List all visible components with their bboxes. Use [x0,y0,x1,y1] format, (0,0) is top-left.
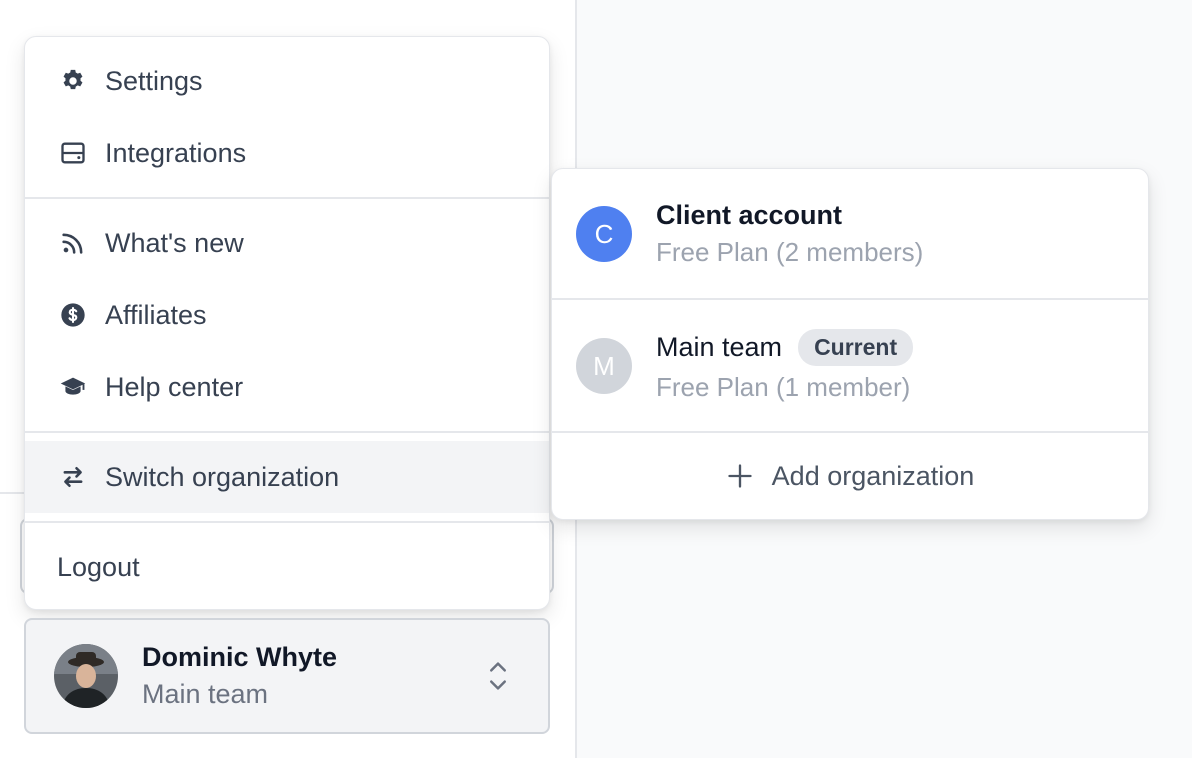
current-badge: Current [798,329,914,366]
org-avatar-initial: C [594,218,614,249]
user-account-button[interactable]: Dominic Whyte Main team [24,618,550,734]
submenu-separator [552,298,1148,300]
menu-item-settings[interactable]: Settings [25,45,549,117]
sidebar-divider [0,492,24,494]
user-text: Dominic Whyte Main team [142,642,337,710]
switch-arrows-icon [59,463,87,491]
menu-item-label: Help center [105,371,244,402]
org-avatar-initial: M [593,350,615,381]
avatar [54,644,118,708]
chevron-up-down-icon [490,662,506,690]
menu-item-integrations[interactable]: Integrations [25,117,549,189]
menu-item-help-center[interactable]: Help center [25,351,549,423]
menu-separator [25,431,549,433]
add-organization-button[interactable]: Add organization [552,433,1148,519]
org-text: Client account Free Plan (2 members) [656,200,923,268]
org-name: Main team [656,332,783,362]
rss-icon [59,229,87,257]
org-name-row: Client account [656,200,923,231]
gear-icon [59,67,87,95]
org-name-row: Main team Current [656,329,914,366]
org-plan: Free Plan (1 member) [656,372,911,402]
menu-item-label: Logout [57,551,140,582]
menu-item-label: What's new [105,227,244,258]
add-organization-label: Add organization [771,460,975,491]
dollar-circle-icon [59,301,87,329]
graduation-cap-icon [59,373,87,401]
menu-item-logout[interactable]: Logout [25,531,549,603]
user-name: Dominic Whyte [142,642,338,672]
org-text: Main team Current Free Plan (1 member) [656,329,914,403]
org-avatar: C [576,206,632,262]
org-name: Client account [656,200,843,230]
plus-icon [726,462,754,490]
org-plan: Free Plan (2 members) [656,237,924,267]
menu-item-affiliates[interactable]: Affiliates [25,279,549,351]
menu-item-label: Settings [105,65,203,96]
menu-item-switch-organization[interactable]: Switch organization [25,441,549,513]
server-icon [59,139,87,167]
menu-separator [25,521,549,523]
menu-item-label: Switch organization [105,461,340,492]
account-dropdown-menu: Settings Integrations What's new Affilia… [24,36,550,610]
menu-item-label: Integrations [105,137,247,168]
menu-separator [25,197,549,199]
org-avatar: M [576,338,632,394]
org-item-main-team[interactable]: M Main team Current Free Plan (1 member) [552,301,1148,431]
organization-switcher-submenu: C Client account Free Plan (2 members) M… [551,168,1149,520]
menu-item-whats-new[interactable]: What's new [25,207,549,279]
org-item-client-account[interactable]: C Client account Free Plan (2 members) [552,169,1148,299]
user-org: Main team [142,679,269,709]
menu-item-label: Affiliates [105,299,207,330]
